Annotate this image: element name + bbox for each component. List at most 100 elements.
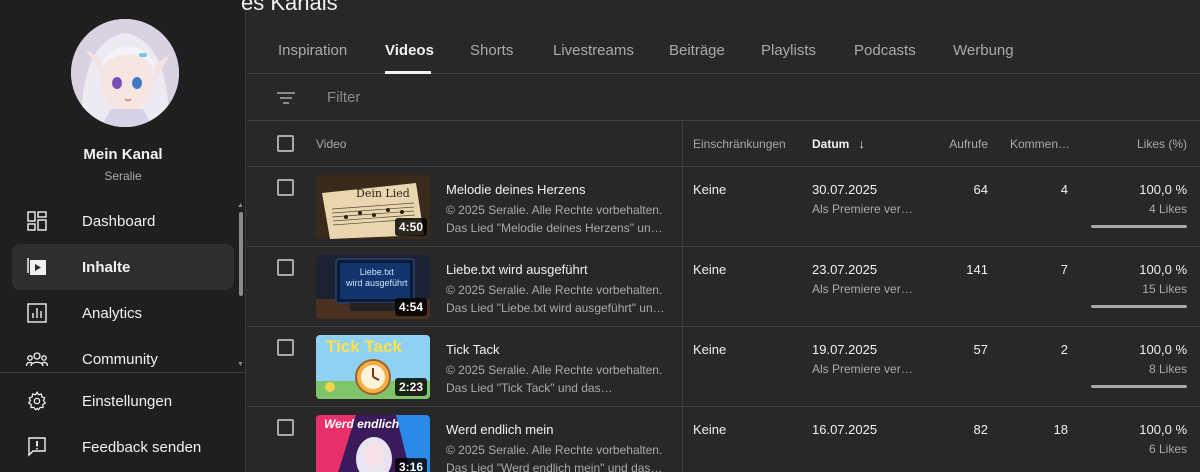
sidebar-scrollbar[interactable] [239, 212, 243, 296]
header-comments[interactable]: Kommen… [1010, 137, 1070, 151]
video-title[interactable]: Tick Tack [446, 342, 499, 357]
feedback-icon [25, 435, 49, 459]
table-row[interactable]: Dein Lied 4:50 Melodie deines Herzens © … [247, 167, 1200, 247]
row-checkbox[interactable] [277, 339, 294, 356]
row-checkbox[interactable] [277, 419, 294, 436]
sidebar-item-label: Inhalte [82, 258, 131, 276]
sidebar-item-dashboard[interactable]: Dashboard [12, 198, 234, 244]
likes-bar [1091, 385, 1187, 388]
analytics-icon [25, 301, 49, 325]
channel-handle: Seralie [104, 169, 142, 183]
video-comments[interactable]: 2 [1061, 342, 1068, 357]
video-duration: 4:54 [394, 298, 427, 316]
video-description: © 2025 Seralie. Alle Rechte vorbehalten.… [446, 201, 666, 237]
video-comments[interactable]: 7 [1061, 262, 1068, 277]
video-likes-count: 8 Likes [1148, 362, 1187, 376]
likes-bar-fill [1091, 385, 1187, 388]
sidebar-item-label: Community [82, 350, 158, 368]
thumbnail-caption: Tick Tack [326, 337, 402, 356]
tab-podcasts[interactable]: Podcasts [854, 42, 916, 59]
video-likes-percent: 100,0 % [1139, 262, 1187, 277]
sidebar-item-label: Einstellungen [82, 392, 173, 410]
likes-bar-fill [1091, 305, 1187, 308]
video-description-line: Das Lied "Melodie deines Herzens" und… [446, 221, 666, 235]
sidebar-item-analytics[interactable]: Analytics [12, 290, 234, 336]
header-views[interactable]: Aufrufe [949, 137, 988, 151]
active-tab-indicator [385, 71, 431, 74]
video-title[interactable]: Werd endlich mein [446, 422, 553, 437]
sort-down-arrow-icon: ↓ [858, 137, 865, 151]
header-date[interactable]: Datum ↓ [812, 137, 865, 151]
channel-avatar[interactable] [71, 19, 179, 127]
video-date: 19.07.2025 [812, 342, 878, 357]
video-likes-count: 15 Likes [1142, 282, 1187, 296]
video-likes-percent: 100,0 % [1139, 342, 1187, 357]
video-date-status: Als Premiere ver… [812, 362, 913, 376]
video-description-line: Das Lied "Tick Tack" und das… [446, 381, 613, 395]
video-duration: 3:16 [394, 458, 427, 472]
likes-bar [1091, 225, 1187, 228]
table-row[interactable]: Liebe.txt wird ausgeführt 4:54 Liebe.txt… [247, 247, 1200, 327]
table-header: Video Einschränkungen Datum ↓ Aufrufe Ko… [247, 121, 1200, 167]
thumbnail-caption-line: Liebe.txt [359, 267, 394, 277]
dashboard-icon [25, 209, 49, 233]
filter-icon[interactable] [277, 89, 295, 107]
video-description-line: Das Lied "Werd endlich mein" und das… [446, 461, 663, 472]
tab-videos[interactable]: Videos [385, 42, 434, 59]
tab-livestreams[interactable]: Livestreams [553, 42, 634, 59]
gear-icon [25, 389, 49, 413]
video-title[interactable]: Liebe.txt wird ausgeführt [446, 262, 588, 277]
video-description-line: Das Lied "Liebe.txt wird ausgeführt" und… [446, 301, 666, 315]
header-likes[interactable]: Likes (%) [1137, 137, 1187, 151]
scroll-up-arrow[interactable]: ▲ [237, 202, 244, 209]
video-description-line: © 2025 Seralie. Alle Rechte vorbehalten. [446, 443, 663, 457]
thumbnail-caption: Werd endlich [324, 417, 400, 431]
video-restrictions: Keine [693, 422, 727, 437]
sidebar-item-feedback[interactable]: Feedback senden [12, 424, 234, 470]
row-checkbox[interactable] [277, 259, 294, 276]
video-thumbnail[interactable]: Liebe.txt wird ausgeführt 4:54 [316, 255, 430, 319]
select-all-checkbox[interactable] [277, 135, 294, 152]
video-thumbnail[interactable]: Werd endlich 3:16 [316, 415, 430, 472]
tab-inspiration[interactable]: Inspiration [278, 42, 347, 59]
video-description-line: © 2025 Seralie. Alle Rechte vorbehalten. [446, 203, 663, 217]
video-likes-count: 4 Likes [1148, 202, 1187, 216]
sidebar-item-community[interactable]: Community [12, 336, 234, 382]
tab-bar: Inspiration Videos Shorts Livestreams Be… [247, 28, 1200, 74]
video-comments[interactable]: 18 [1054, 422, 1068, 437]
channel-name: Mein Kanal [83, 146, 163, 163]
filter-input[interactable]: Filter [327, 89, 360, 106]
thumbnail-caption-line: wird ausgeführt [346, 278, 408, 288]
sidebar-item-label: Dashboard [82, 212, 156, 230]
sidebar-item-content[interactable]: Inhalte [12, 244, 234, 290]
tab-shorts[interactable]: Shorts [470, 42, 513, 59]
video-description: © 2025 Seralie. Alle Rechte vorbehalten.… [446, 281, 666, 317]
video-comments[interactable]: 4 [1061, 182, 1068, 197]
scroll-down-arrow[interactable]: ▼ [237, 361, 244, 368]
video-date-status: Als Premiere ver… [812, 202, 913, 216]
table-row[interactable]: Werd endlich 3:16 Werd endlich mein © 20… [247, 407, 1200, 472]
video-thumbnail[interactable]: Dein Lied 4:50 [316, 175, 430, 239]
header-date-label: Datum [812, 137, 850, 151]
video-title[interactable]: Melodie deines Herzens [446, 182, 585, 197]
video-date: 30.07.2025 [812, 182, 878, 197]
tab-posts[interactable]: Beiträge [669, 42, 725, 59]
tab-promotions[interactable]: Werbung [953, 42, 1014, 59]
video-views: 57 [973, 342, 988, 357]
video-thumbnail[interactable]: Tick Tack 2:23 [316, 335, 430, 399]
sidebar-item-settings[interactable]: Einstellungen [12, 378, 234, 424]
thumbnail-caption: Liebe.txt wird ausgeführt [346, 267, 408, 289]
tab-playlists[interactable]: Playlists [761, 42, 816, 59]
community-icon [25, 347, 49, 371]
likes-bar-fill [1091, 225, 1187, 228]
table-row[interactable]: Tick Tack 2:23 Tick Tack © 2025 Seralie.… [247, 327, 1200, 407]
likes-bar [1091, 305, 1187, 308]
video-restrictions: Keine [693, 262, 727, 277]
row-checkbox[interactable] [277, 179, 294, 196]
video-views: 82 [973, 422, 988, 437]
video-likes-percent: 100,0 % [1139, 422, 1187, 437]
sidebar-divider [0, 372, 246, 373]
sidebar-item-label: Analytics [82, 304, 143, 322]
filter-bar: Filter [247, 75, 1200, 121]
video-duration: 2:23 [394, 378, 427, 396]
